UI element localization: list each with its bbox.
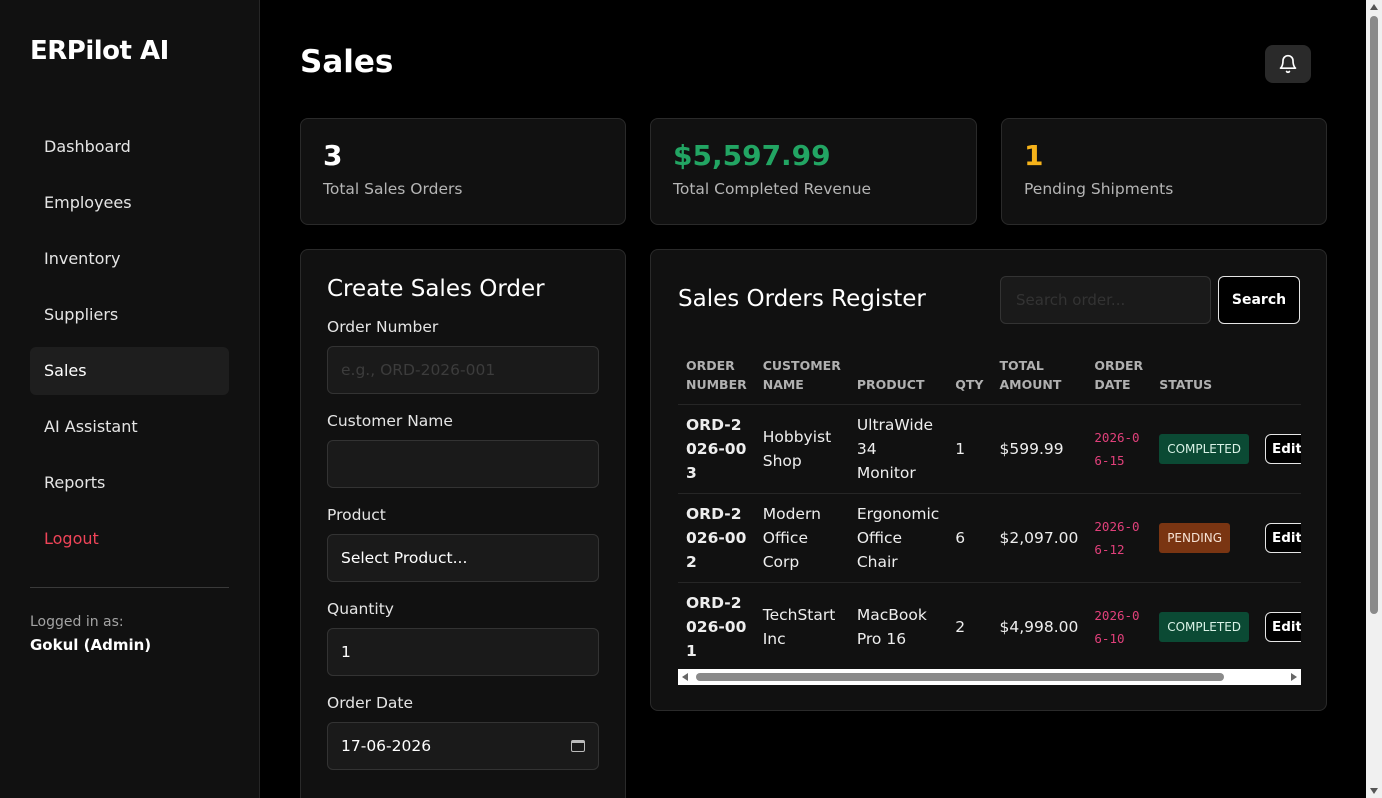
column-header: QTY bbox=[947, 350, 992, 405]
customer-cell: TechStart Inc bbox=[762, 606, 836, 649]
product-label: Product bbox=[327, 506, 386, 524]
date-cell: 2026-06-12 bbox=[1086, 493, 1152, 583]
order-number-cell: ORD-2026-001 bbox=[686, 594, 747, 661]
column-header: ORDER DATE bbox=[1086, 350, 1152, 405]
customer-cell: Hobbyist Shop bbox=[754, 404, 849, 494]
search-input[interactable] bbox=[1000, 276, 1211, 324]
scroll-up-arrow-icon[interactable] bbox=[1370, 4, 1378, 10]
search-button[interactable]: Search bbox=[1218, 276, 1300, 324]
order-date-label: Order Date bbox=[327, 694, 414, 712]
notification-button[interactable] bbox=[1265, 45, 1311, 83]
amount-cell: $599.99 bbox=[991, 404, 1087, 494]
quantity-label: Quantity bbox=[327, 600, 394, 618]
table-horizontal-scrollbar[interactable] bbox=[678, 669, 1301, 685]
amount-cell: $2,097.00 bbox=[991, 493, 1087, 583]
scrollbar-thumb[interactable] bbox=[1370, 16, 1378, 614]
customer-cell: Modern Office Corp bbox=[754, 493, 849, 583]
date-cell: 2026-06-10 bbox=[1094, 608, 1140, 647]
sidebar-item-suppliers[interactable]: Suppliers bbox=[30, 291, 229, 339]
sidebar-item-dashboard[interactable]: Dashboard bbox=[30, 123, 229, 171]
table-row: ORD-2026-001 TechStart Inc MacBook Pro 1… bbox=[678, 583, 1301, 671]
status-cell: COMPLETED bbox=[1151, 583, 1257, 671]
table-header-row: ORDER NUMBER CUSTOMER NAME PRODUCT QTY T… bbox=[678, 350, 1301, 405]
sidebar-divider bbox=[30, 587, 229, 588]
form-title: Create Sales Order bbox=[327, 276, 545, 302]
sidebar-item-employees[interactable]: Employees bbox=[30, 179, 229, 227]
page-title: Sales bbox=[300, 44, 394, 80]
orders-table: ORDER NUMBER CUSTOMER NAME PRODUCT QTY T… bbox=[678, 350, 1301, 670]
scroll-down-arrow-icon[interactable] bbox=[1370, 788, 1378, 794]
qty-cell: 2 bbox=[955, 618, 966, 637]
column-header: CUSTOMER NAME bbox=[754, 350, 849, 405]
table-row: ORD-2026-002 Modern Office Corp Ergonomi… bbox=[678, 493, 1301, 583]
status-badge: COMPLETED bbox=[1159, 434, 1250, 464]
product-cell: UltraWide 34 Monitor bbox=[848, 404, 948, 494]
scrollbar-thumb[interactable] bbox=[696, 673, 1224, 681]
customer-name-input[interactable] bbox=[327, 440, 599, 488]
product-cell: MacBook Pro 16 bbox=[856, 606, 927, 649]
sidebar-item-sales[interactable]: Sales bbox=[30, 347, 229, 395]
product-select[interactable]: Select Product... bbox=[327, 534, 599, 582]
date-cell: 2026-06-15 bbox=[1086, 404, 1152, 494]
sidebar: ERPilot AI Dashboard Employees Inventory… bbox=[0, 0, 260, 798]
order-number-cell: ORD-2026-003 bbox=[678, 404, 755, 494]
actions-cell: Edit bbox=[1257, 583, 1301, 671]
brand-logo: ERPilot AI bbox=[30, 36, 169, 66]
register-title: Sales Orders Register bbox=[678, 286, 926, 312]
stat-card-total-orders: 3 Total Sales Orders bbox=[300, 118, 626, 225]
order-number-label: Order Number bbox=[327, 318, 439, 336]
orders-table-wrapper: ORDER NUMBER CUSTOMER NAME PRODUCT QTY T… bbox=[678, 350, 1301, 670]
stat-card-completed-revenue: $5,597.99 Total Completed Revenue bbox=[650, 118, 977, 225]
stat-label: Total Completed Revenue bbox=[673, 180, 872, 198]
scroll-right-arrow-icon[interactable] bbox=[1291, 673, 1297, 681]
qty-cell: 1 bbox=[947, 404, 992, 494]
order-number-cell: ORD-2026-002 bbox=[678, 493, 755, 583]
sidebar-item-ai-assistant[interactable]: AI Assistant bbox=[30, 403, 229, 451]
actions-cell: Edit bbox=[1257, 493, 1301, 583]
column-header: ORDER NUMBER bbox=[678, 350, 755, 405]
status-cell: COMPLETED bbox=[1151, 404, 1258, 494]
status-badge: COMPLETED bbox=[1159, 612, 1250, 643]
scroll-left-arrow-icon[interactable] bbox=[682, 673, 688, 681]
stat-label: Total Sales Orders bbox=[323, 180, 463, 198]
customer-name-label: Customer Name bbox=[327, 412, 453, 430]
sidebar-item-reports[interactable]: Reports bbox=[30, 459, 229, 507]
status-cell: PENDING bbox=[1151, 493, 1258, 583]
stat-label: Pending Shipments bbox=[1024, 180, 1174, 198]
sidebar-item-logout[interactable]: Logout bbox=[30, 515, 229, 563]
table-row: ORD-2026-003 Hobbyist Shop UltraWide 34 … bbox=[678, 404, 1301, 494]
column-header-actions bbox=[1257, 350, 1301, 405]
stat-value: $5,597.99 bbox=[673, 139, 831, 172]
product-cell: Ergonomic Office Chair bbox=[848, 493, 948, 583]
qty-cell: 6 bbox=[947, 493, 992, 583]
page-vertical-scrollbar[interactable] bbox=[1366, 0, 1382, 798]
logged-in-label: Logged in as: bbox=[30, 614, 124, 630]
column-header: PRODUCT bbox=[848, 350, 948, 405]
amount-cell: $4,998.00 bbox=[999, 618, 1079, 637]
sidebar-item-inventory[interactable]: Inventory bbox=[30, 235, 229, 283]
status-badge: PENDING bbox=[1159, 523, 1231, 553]
stat-value: 1 bbox=[1024, 139, 1044, 172]
sidebar-nav: Dashboard Employees Inventory Suppliers … bbox=[30, 123, 229, 571]
actions-cell: Edit bbox=[1257, 404, 1301, 494]
edit-button[interactable]: Edit bbox=[1265, 523, 1301, 553]
edit-button[interactable]: Edit bbox=[1265, 612, 1301, 643]
logged-in-user: Gokul (Admin) bbox=[30, 636, 152, 654]
orders-register-panel: Sales Orders Register Search ORDER NUMBE… bbox=[650, 249, 1327, 711]
quantity-value: 1 bbox=[341, 643, 351, 661]
stat-card-pending-shipments: 1 Pending Shipments bbox=[1001, 118, 1327, 225]
order-date-value: 17-06-2026 bbox=[341, 737, 432, 755]
edit-button[interactable]: Edit bbox=[1265, 434, 1301, 464]
product-select-value: Select Product... bbox=[341, 549, 468, 567]
quantity-input[interactable]: 1 bbox=[327, 628, 599, 676]
bell-icon bbox=[1279, 54, 1297, 74]
stat-value: 3 bbox=[323, 139, 343, 172]
column-header: STATUS bbox=[1151, 350, 1258, 405]
order-number-input[interactable] bbox=[327, 346, 599, 394]
order-date-input[interactable]: 17-06-2026 bbox=[327, 722, 599, 770]
calendar-icon[interactable] bbox=[571, 740, 585, 752]
column-header: TOTAL AMOUNT bbox=[991, 350, 1087, 405]
create-order-panel: Create Sales Order Order Number Customer… bbox=[300, 249, 626, 798]
